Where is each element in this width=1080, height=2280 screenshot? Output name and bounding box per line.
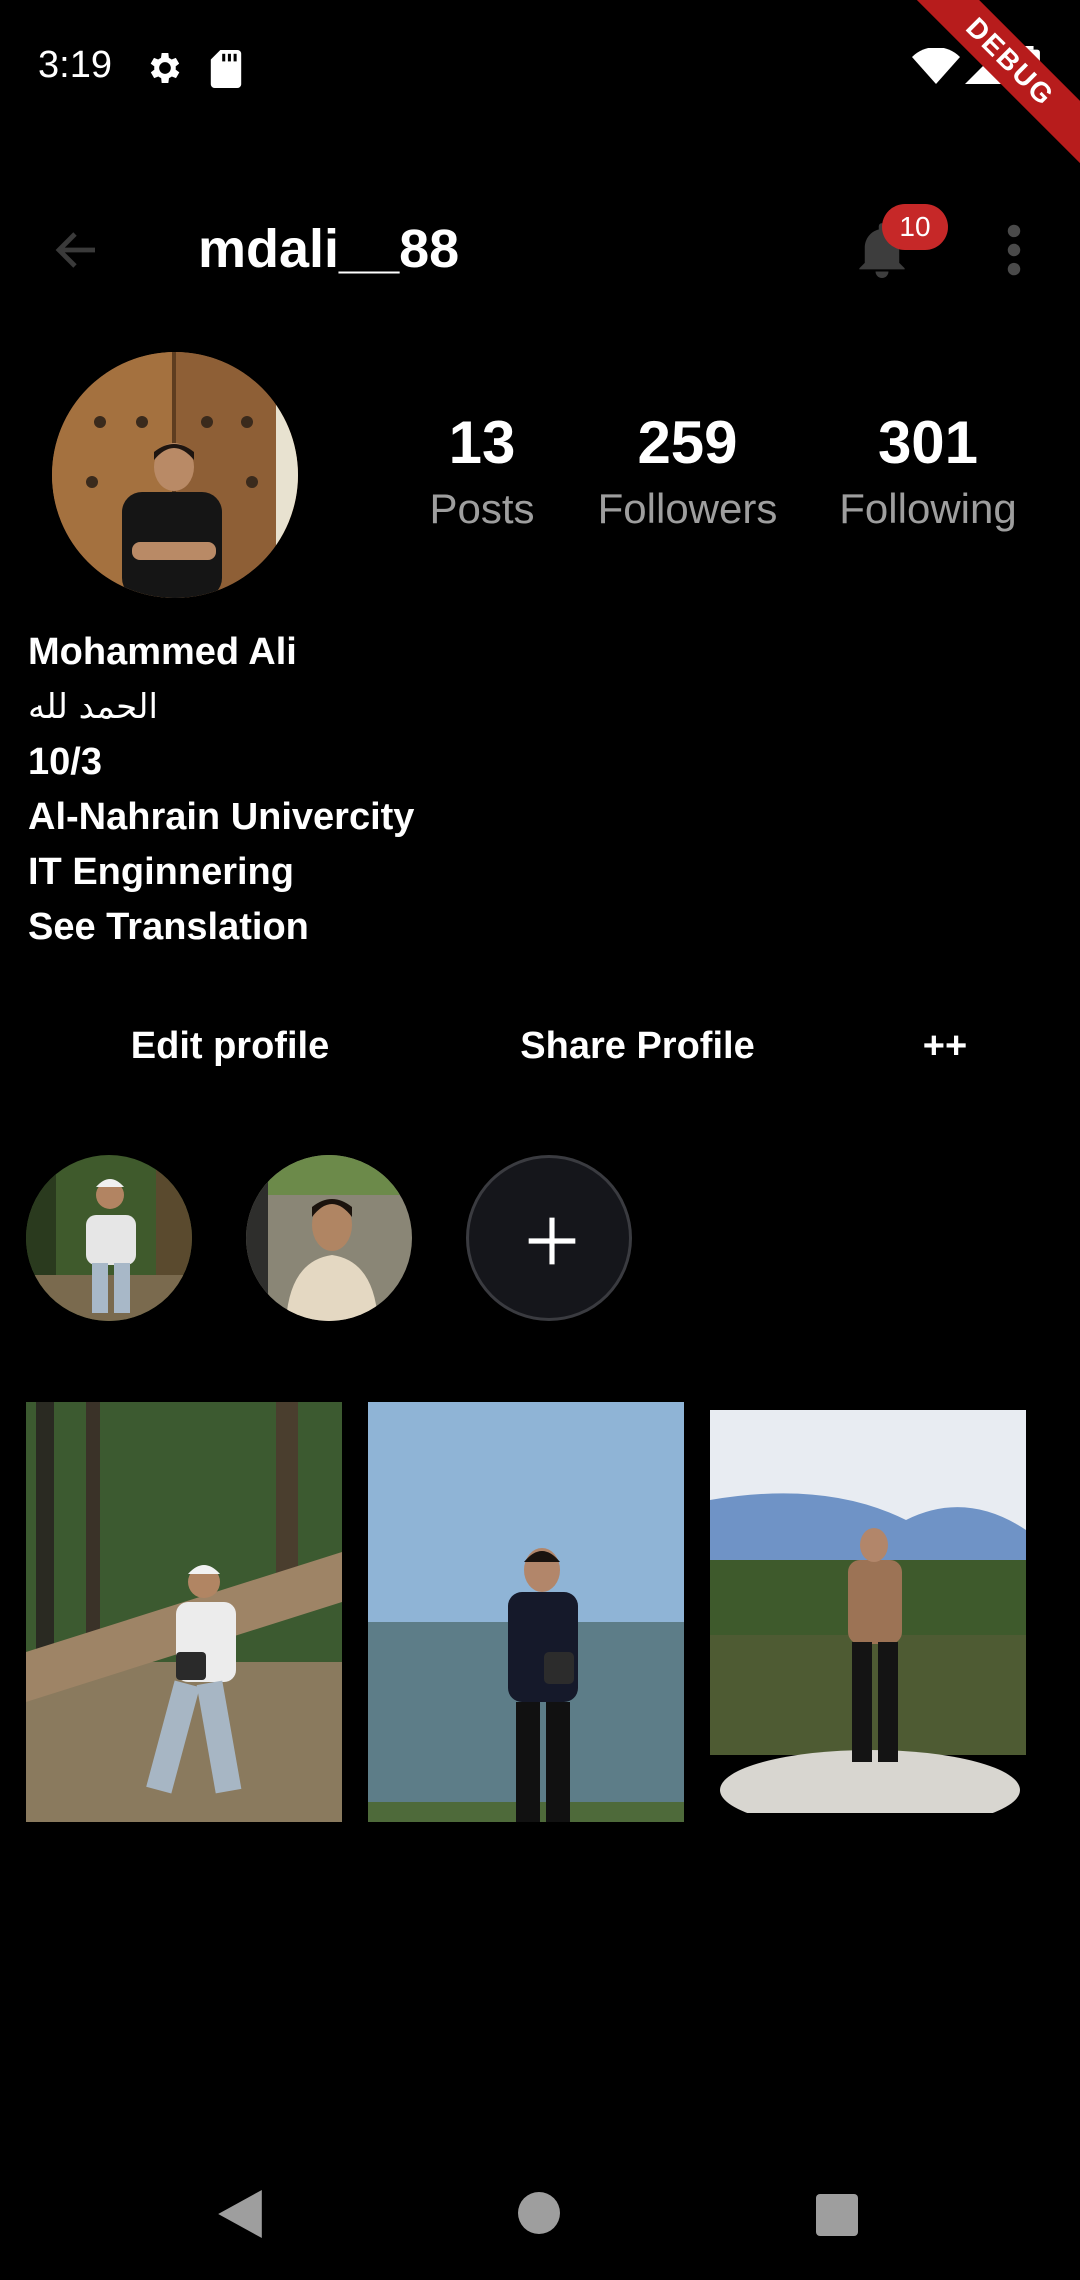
see-translation-link[interactable]: See Translation bbox=[28, 900, 414, 955]
status-time: 3:19 bbox=[38, 44, 112, 86]
profile-name: Mohammed Ali bbox=[28, 631, 297, 673]
bio-line-major: IT Enginnering bbox=[28, 851, 294, 893]
post-thumbnail[interactable] bbox=[26, 1402, 342, 1822]
story-highlight[interactable] bbox=[26, 1155, 192, 1321]
nav-recents-icon[interactable] bbox=[816, 2194, 858, 2236]
status-bar: 3:19 DEBUG bbox=[0, 0, 1080, 170]
profile-username: mdali__88 bbox=[198, 219, 460, 279]
following-count: 301 bbox=[877, 409, 979, 476]
bio-line-date: 10/3 bbox=[28, 741, 102, 783]
wifi-icon bbox=[912, 48, 960, 84]
profile-avatar[interactable] bbox=[52, 352, 298, 598]
profile-screen: 3:19 DEBUG mdali__88 10 13 Posts 259 Fol… bbox=[0, 0, 1080, 2280]
plus-icon bbox=[528, 1217, 576, 1265]
more-actions-button[interactable]: ++ bbox=[900, 1010, 990, 1080]
add-highlight-button[interactable] bbox=[466, 1155, 632, 1321]
post-thumbnail[interactable] bbox=[710, 1410, 1026, 1813]
stat-following[interactable]: 301 Following bbox=[828, 405, 1028, 537]
gear-icon bbox=[150, 53, 180, 83]
sd-card-icon bbox=[210, 50, 242, 88]
followers-label: Followers bbox=[597, 485, 778, 532]
followers-count: 259 bbox=[637, 409, 738, 476]
bio-line-arabic: الحمد لله bbox=[28, 687, 158, 727]
nav-home-icon[interactable] bbox=[518, 2192, 560, 2234]
stat-posts[interactable]: 13 Posts bbox=[422, 405, 542, 537]
nav-back-icon[interactable] bbox=[218, 2190, 262, 2238]
app-bar: mdali__88 10 bbox=[0, 200, 1080, 300]
profile-bio: Mohammed Ali الحمد لله 10/3 Al-Nahrain U… bbox=[28, 625, 414, 955]
edit-profile-button[interactable]: Edit profile bbox=[110, 1010, 350, 1080]
following-label: Following bbox=[839, 485, 1017, 532]
notification-badge: 10 bbox=[882, 204, 948, 250]
bio-line-university: Al-Nahrain Univercity bbox=[28, 796, 415, 838]
posts-count: 13 bbox=[448, 409, 516, 476]
share-profile-button[interactable]: Share Profile bbox=[500, 1010, 775, 1080]
posts-label: Posts bbox=[429, 485, 535, 532]
story-highlight[interactable] bbox=[246, 1155, 412, 1321]
post-thumbnail[interactable] bbox=[368, 1402, 684, 1822]
more-vert-icon[interactable] bbox=[1000, 224, 1028, 276]
stat-followers[interactable]: 259 Followers bbox=[580, 405, 795, 537]
back-arrow-icon[interactable] bbox=[52, 226, 102, 274]
system-nav-bar bbox=[0, 2160, 1080, 2270]
